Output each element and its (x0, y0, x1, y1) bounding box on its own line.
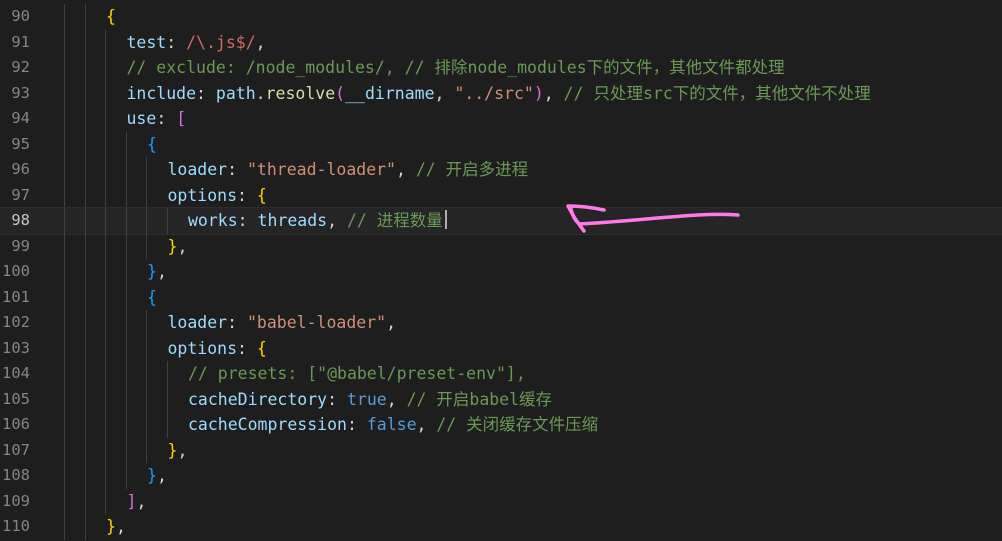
pink-arrow-annotation (566, 204, 740, 233)
arrow-head (566, 204, 606, 233)
arrow-shaft (569, 207, 740, 226)
code-editor[interactable]: 90{91 test: /\.js$/, 92// exclude: /node_m… (0, 0, 1002, 541)
